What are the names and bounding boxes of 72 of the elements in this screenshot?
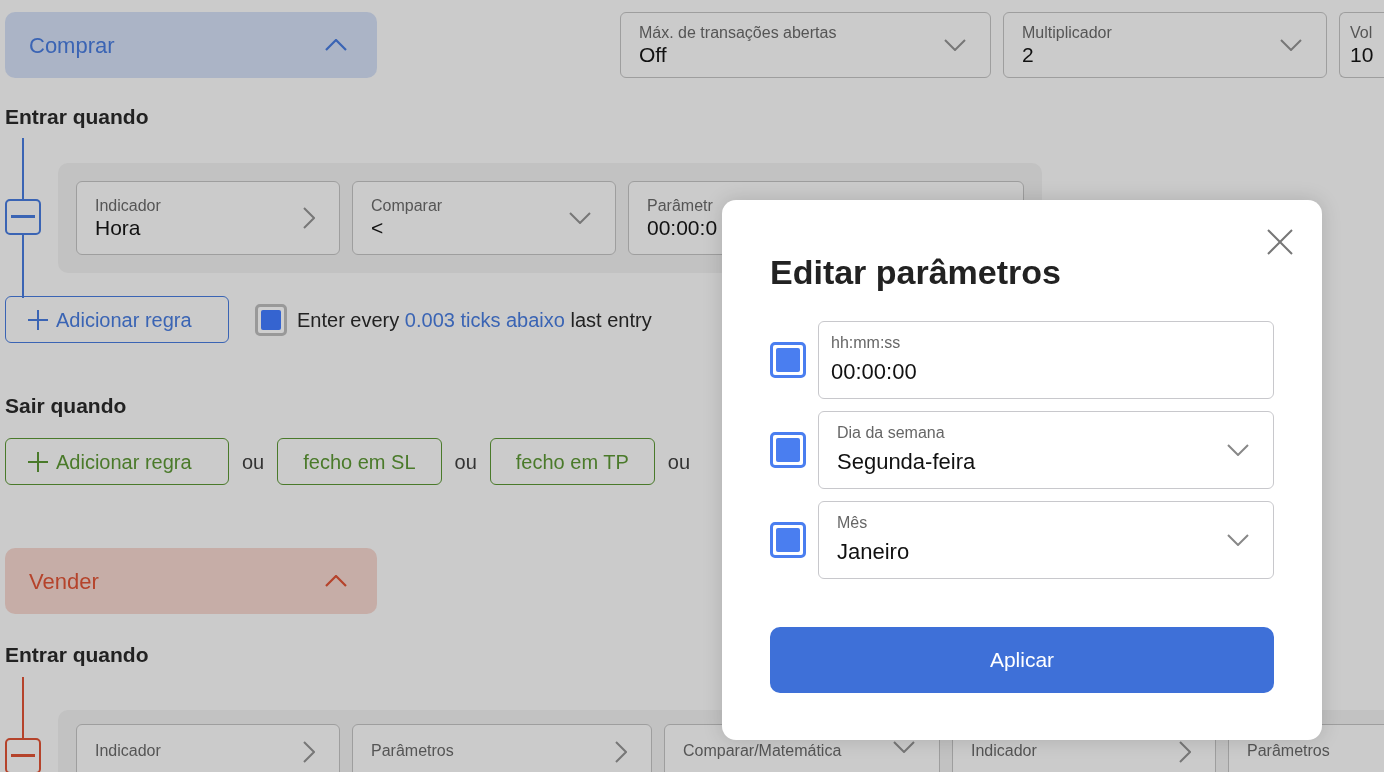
select-field[interactable]: Dia da semana Segunda-feira xyxy=(818,410,1274,489)
or-text: ou xyxy=(242,449,265,475)
section-toggle[interactable]: Vender xyxy=(5,548,377,615)
remove-rule-button[interactable] xyxy=(5,199,41,236)
or-text: ou xyxy=(454,449,477,475)
chevron-up-icon xyxy=(325,39,347,51)
repeat-entry-text: Enter every 0.003 ticks abaixo last entry xyxy=(297,307,652,333)
remove-rule-button[interactable] xyxy=(5,737,41,772)
field-label: Parâmetros xyxy=(1247,740,1330,760)
chevron-down-icon xyxy=(893,740,915,753)
rule-field[interactable]: Parâmetros xyxy=(352,723,652,772)
chevron-down-icon xyxy=(1227,443,1249,456)
field-label: Comparar/Matemática xyxy=(683,740,842,760)
field-label: Multiplicador xyxy=(1022,22,1112,42)
chevron-up-icon xyxy=(325,575,347,588)
checkbox[interactable] xyxy=(770,521,806,558)
chevron-right-icon xyxy=(1179,740,1191,763)
rule-field[interactable]: Comparar < xyxy=(352,181,616,256)
field-value: Hora xyxy=(95,215,142,241)
minus-icon xyxy=(11,215,35,220)
field-label: Máx. de transações abertas xyxy=(639,22,837,42)
section-heading: Entrar quando xyxy=(5,642,149,668)
field-label: Mês xyxy=(837,513,869,534)
checkbox[interactable] xyxy=(770,341,806,378)
field-value: 00:00:00 xyxy=(831,358,917,387)
plus-icon xyxy=(28,451,48,472)
field-label: Dia da semana xyxy=(837,423,946,444)
field-label: Indicador xyxy=(95,740,161,760)
field-label: hh:mm:ss xyxy=(831,333,902,354)
field-label: Comparar xyxy=(371,196,443,216)
value-link[interactable]: 0.003 ticks abaixo xyxy=(404,308,565,331)
field-label: Vol xyxy=(1350,22,1374,42)
select-field[interactable]: Mês Janeiro xyxy=(818,500,1274,579)
field-value: 10 xyxy=(1350,42,1374,68)
close-icon[interactable] xyxy=(1267,229,1293,255)
apply-button[interactable]: Aplicar xyxy=(770,626,1274,693)
rule-field[interactable]: Indicador Hora xyxy=(76,181,340,256)
field-value: 2 xyxy=(1022,42,1035,68)
minus-icon xyxy=(11,753,35,758)
chevron-right-icon xyxy=(303,740,315,763)
chevron-right-icon xyxy=(303,207,315,230)
field-value: 00:00:0 xyxy=(647,215,718,241)
add-rule-button[interactable]: Adicionar regra xyxy=(5,438,229,486)
select-field[interactable]: Máx. de transações abertas Off xyxy=(620,12,991,78)
select-field[interactable]: Multiplicador 2 xyxy=(1003,12,1327,78)
field-value: Segunda-feira xyxy=(837,448,976,477)
section-heading: Sair quando xyxy=(5,393,127,419)
section-heading: Entrar quando xyxy=(5,104,149,130)
dialog-title: Editar parâmetros xyxy=(770,252,1062,293)
chevron-right-icon xyxy=(615,740,627,763)
field-label: Indicador xyxy=(95,196,161,216)
chevron-down-icon xyxy=(1280,39,1302,51)
plus-icon xyxy=(28,309,48,330)
checkbox[interactable] xyxy=(255,303,287,336)
rule-field[interactable]: Indicador xyxy=(76,723,340,772)
checkbox[interactable] xyxy=(770,431,806,468)
select-field[interactable]: Vol 10 xyxy=(1339,12,1384,78)
exit-rule-button[interactable]: fecho em TP xyxy=(489,438,655,486)
chevron-down-icon xyxy=(944,39,966,51)
chevron-down-icon xyxy=(1227,533,1249,546)
section-toggle[interactable]: Comprar xyxy=(5,12,377,78)
or-text: ou xyxy=(667,449,691,475)
field-value: Janeiro xyxy=(837,538,910,567)
field-value: Off xyxy=(639,42,668,68)
field-label: Indicador xyxy=(971,740,1037,760)
field-label: Parâmetros xyxy=(371,740,454,760)
add-rule-button[interactable]: Adicionar regra xyxy=(5,296,229,344)
input-field[interactable]: hh:mm:ss 00:00:00 xyxy=(818,320,1274,399)
field-value: < xyxy=(371,215,385,241)
field-label: Parâmetr xyxy=(647,196,714,216)
exit-rule-button[interactable]: fecho em SL xyxy=(277,438,442,486)
chevron-down-icon xyxy=(569,212,591,225)
